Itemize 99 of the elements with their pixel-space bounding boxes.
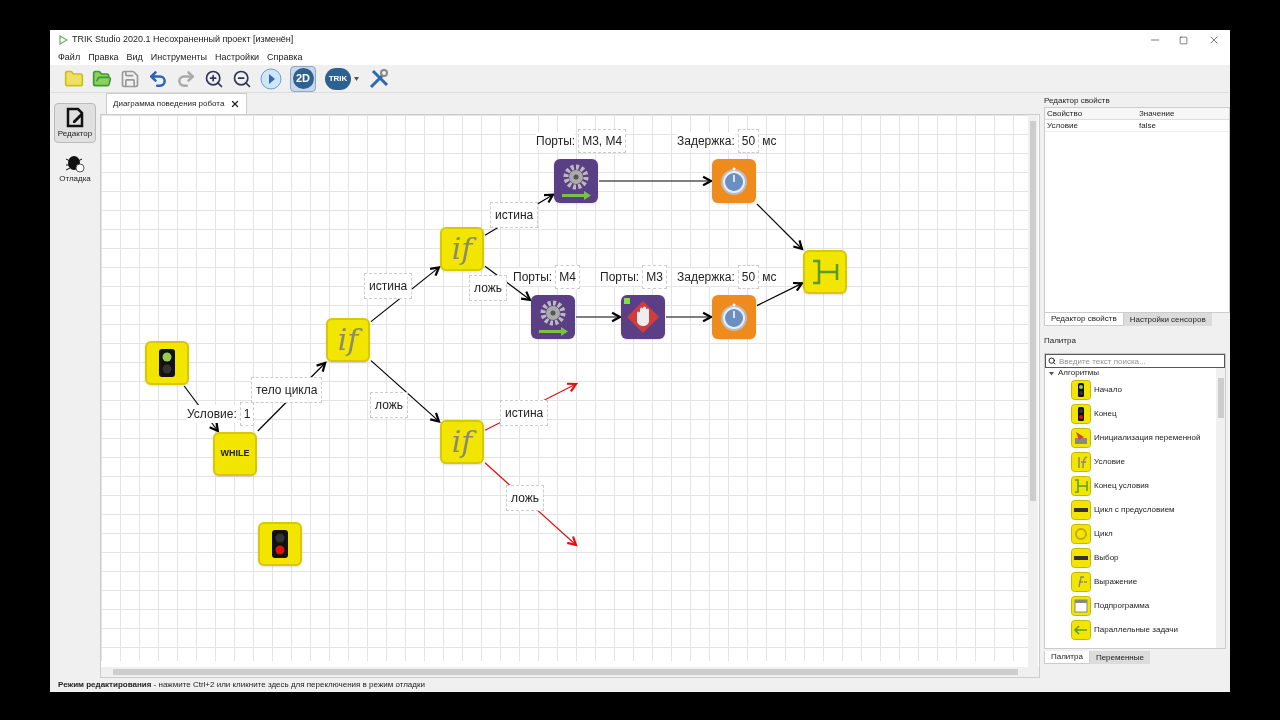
palette-item[interactable]: Конец условия (1045, 474, 1216, 498)
menu-item[interactable]: Настройки (214, 50, 260, 65)
endif-palette-icon (1071, 476, 1091, 496)
palette-item[interactable]: Параллельные задачи (1045, 618, 1216, 642)
connector-arrow (756, 281, 805, 307)
property-label: Порты: (513, 268, 553, 286)
table-cell-text: Условие (1046, 119, 1079, 132)
connector-label[interactable]: ложь (370, 392, 408, 418)
expanded-caret-icon (1049, 370, 1054, 376)
if-palette-icon (1071, 452, 1091, 472)
column-header: Свойство (1046, 107, 1084, 120)
vertical-scrollbar[interactable] (1216, 368, 1225, 648)
app-logo-icon (58, 35, 68, 45)
close-icon[interactable] (1208, 34, 1220, 46)
var-palette-icon (1071, 428, 1091, 448)
connector-label[interactable]: ложь (469, 275, 507, 301)
timer-block-stopwatch-icon[interactable] (712, 159, 756, 203)
connector-arrow (756, 203, 804, 251)
property-label: Условие: (187, 405, 237, 423)
menu-item[interactable]: Справка (267, 50, 303, 65)
close-tab-icon[interactable] (230, 99, 241, 109)
connector-label[interactable]: тело цикла (251, 377, 323, 403)
property-value-field[interactable]: M4 (555, 265, 580, 289)
mode-button[interactable]: Редактор (54, 103, 96, 143)
vertical-scrollbar[interactable] (1028, 115, 1038, 667)
palette-item[interactable]: Цикл с предусловием (1045, 498, 1216, 522)
panel-tab[interactable]: Настройки сенсоров (1123, 313, 1212, 326)
wrench-screwdriver-icon[interactable] (368, 67, 390, 90)
mode-button[interactable]: Отладка (54, 149, 96, 187)
maximize-icon[interactable] (1179, 35, 1188, 45)
end-condition-block[interactable] (803, 250, 847, 294)
menu-item[interactable]: Правка (88, 50, 119, 65)
stop-block-hand-icon[interactable] (621, 295, 665, 339)
connector-label[interactable]: ложь (506, 485, 544, 511)
property-value-field[interactable]: M3, M4 (578, 129, 627, 153)
property-value-field[interactable]: M3 (642, 265, 667, 289)
start-block-traffic-light-icon[interactable] (145, 341, 189, 385)
connector-arrow (665, 311, 714, 323)
document-tab[interactable]: Диаграмма поведения робота (106, 93, 248, 114)
search-icon (1048, 357, 1056, 365)
menu-item[interactable]: Инструменты (150, 50, 207, 65)
undo-icon[interactable] (148, 68, 168, 89)
palette-item[interactable]: Выражение (1045, 570, 1216, 594)
sub-palette-icon (1071, 596, 1091, 616)
while-palette-icon (1071, 500, 1091, 520)
caret-icon (354, 76, 359, 81)
motor-block-gear-icon[interactable] (554, 159, 598, 203)
end-palette-icon (1071, 404, 1091, 424)
property-value-field[interactable]: 1 (239, 402, 255, 426)
timer-block-stopwatch-icon[interactable] (712, 295, 756, 339)
palette-item[interactable]: Инициализация переменной (1045, 426, 1216, 450)
palette-item[interactable]: Подпрограмма (1045, 594, 1216, 618)
fork-palette-icon (1071, 620, 1091, 640)
end-block-traffic-light-icon[interactable] (258, 522, 302, 566)
connector-label[interactable]: истина (500, 400, 549, 426)
property-label: Задержка: (677, 268, 735, 286)
panel-title: Палитра (1044, 335, 1077, 347)
palette-item[interactable]: Условие (1045, 450, 1216, 474)
while-block[interactable]: WHILE (213, 432, 257, 476)
menu-item[interactable]: Файл (58, 50, 81, 65)
zoom-in-icon[interactable] (204, 68, 224, 89)
property-value-field[interactable]: 50 (737, 129, 760, 153)
horizontal-scrollbar[interactable] (101, 667, 1039, 677)
open-folder-icon[interactable] (92, 68, 112, 89)
switch-palette-icon (1071, 548, 1091, 568)
connector-label[interactable]: истина (364, 273, 413, 299)
table-cell[interactable]: false (1137, 119, 1229, 132)
column-header: Значение (1138, 107, 1176, 120)
property-label: Задержка: (677, 132, 735, 150)
status-bar-text[interactable]: Режим редактирования - нажмите Ctrl+2 или кликните здесь для переключения в режим отладки (58, 679, 425, 691)
connector-arrow (370, 359, 441, 423)
search-field[interactable]: Введите текст поиска... (1045, 354, 1225, 368)
palette-item[interactable]: Выбор (1045, 546, 1216, 570)
property-label: Порты: (536, 132, 576, 150)
loop-palette-icon (1071, 524, 1091, 544)
palette-item[interactable]: Конец (1045, 402, 1216, 426)
edit-document-icon (65, 106, 85, 128)
menu-item[interactable]: Вид (126, 50, 143, 65)
motor-block-gear-icon[interactable] (531, 295, 575, 339)
palette-item[interactable]: Начало (1045, 378, 1216, 402)
expr-palette-icon (1071, 572, 1091, 592)
zoom-out-icon[interactable] (232, 68, 252, 89)
play-icon[interactable] (260, 67, 282, 90)
palette-item[interactable]: Цикл (1045, 522, 1216, 546)
connector-arrow (575, 311, 623, 323)
property-label: Порты: (600, 268, 640, 286)
save-icon[interactable] (120, 68, 140, 89)
window-title: TRIK Studio 2020.1 Несохраненный проект [изменён] (72, 33, 294, 47)
connector-label[interactable]: истина (490, 202, 539, 228)
tree-group[interactable]: Алгоритмы (1045, 368, 1216, 378)
property-value-field[interactable]: 50 (737, 265, 760, 289)
panel-tab[interactable]: Редактор свойств (1044, 313, 1124, 326)
unit-label: мс (762, 133, 777, 150)
2d-model-button[interactable]: 2D (290, 65, 316, 92)
panel-title: Редактор свойств (1044, 95, 1111, 107)
unit-label: мс (762, 269, 777, 286)
start-palette-icon (1071, 380, 1091, 400)
panel-tab[interactable]: Палитра (1044, 651, 1090, 664)
panel-tab[interactable]: Переменные (1089, 651, 1150, 664)
